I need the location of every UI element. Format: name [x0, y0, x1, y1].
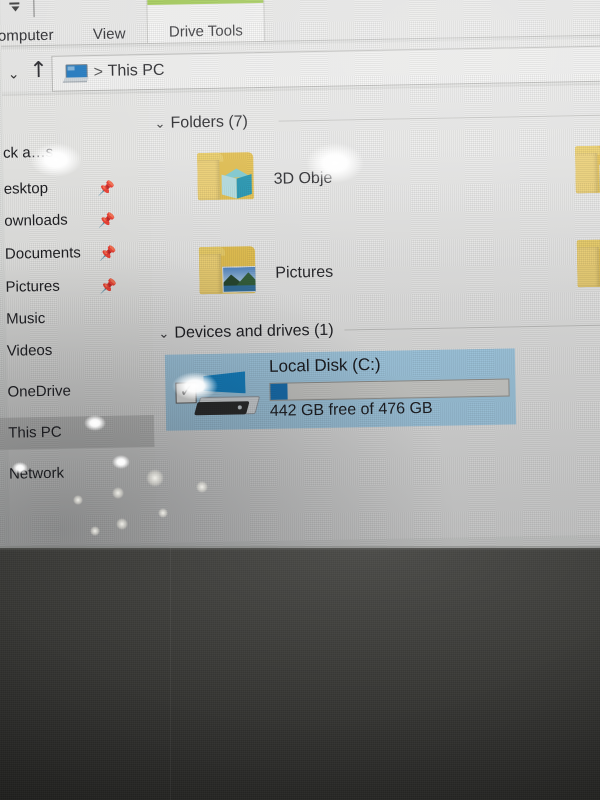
- this-pc-icon: [62, 64, 89, 83]
- folder-videos-icon: [575, 236, 600, 291]
- sidebar-item-videos[interactable]: Videos: [0, 333, 153, 368]
- sidebar-item-label: Network: [8, 464, 65, 483]
- folder-documents-icon: [573, 142, 600, 197]
- group-header-label: Folders (7): [170, 113, 249, 132]
- pin-icon[interactable]: 📌: [98, 180, 116, 196]
- folder-tile-label: 3D Obje: [273, 169, 333, 188]
- tab-computer[interactable]: Computer: [0, 27, 54, 45]
- sidebar-item-label: Pictures: [5, 277, 60, 296]
- picture-emblem-icon: [222, 266, 256, 293]
- sidebar-item-quick-access[interactable]: ck a…s: [0, 135, 149, 170]
- folder-tile-label: Pictures: [275, 263, 334, 282]
- drive-capacity-fill: [270, 383, 288, 400]
- drive-name-label: Local Disk (C:): [268, 354, 381, 376]
- pin-icon[interactable]: 📌: [98, 212, 116, 228]
- chevron-down-icon[interactable]: ⌄: [158, 326, 174, 342]
- drive-list: ✓ Local Disk (C:) 442 GB free of 476 GB: [153, 346, 600, 435]
- sidebar-item-label: This PC: [8, 423, 62, 442]
- folder-tile-clipped-documents[interactable]: [573, 142, 600, 203]
- sidebar-item-label: Music: [5, 309, 46, 328]
- contextual-tab-label: Drive Tools: [168, 22, 244, 41]
- chevron-down-icon[interactable]: ⌄: [154, 116, 170, 132]
- tab-view[interactable]: View: [93, 25, 126, 43]
- group-rule: [278, 114, 600, 122]
- sidebar-item-network[interactable]: Network: [0, 456, 155, 491]
- sidebar-item-this-pc[interactable]: This PC: [0, 414, 155, 450]
- folder-pictures-icon: [197, 243, 260, 298]
- group-rule: [344, 324, 600, 331]
- contextual-group-accent-bar: [147, 0, 264, 6]
- sidebar-item-label: ck a…s: [2, 143, 54, 162]
- breadcrumb-this-pc[interactable]: This PC: [107, 62, 164, 81]
- sidebar-item-onedrive[interactable]: OneDrive: [0, 374, 154, 409]
- cube-emblem-icon: [219, 168, 252, 199]
- sidebar-item-label: OneDrive: [7, 382, 71, 401]
- group-header-folders[interactable]: ⌄ Folders (7): [154, 113, 248, 137]
- quick-access-toolbar-dropdown-icon[interactable]: [8, 1, 22, 13]
- sidebar-item-pictures[interactable]: Pictures 📌: [0, 269, 152, 304]
- folder-3d-objects-icon: [195, 149, 258, 204]
- sidebar-item-music[interactable]: Music: [0, 301, 152, 336]
- group-header-label: Devices and drives (1): [174, 321, 334, 342]
- sidebar-item-downloads[interactable]: ownloads 📌: [0, 203, 151, 238]
- pin-icon[interactable]: 📌: [99, 245, 117, 261]
- screen-edge-seam: [0, 546, 600, 551]
- folder-tile-3d-objects[interactable]: 3D Obje: [195, 146, 426, 210]
- file-explorer-window: Computer View Drive Tools ⌄ ↑ > This PC: [0, 0, 600, 546]
- photograph-of-monitor: Computer View Drive Tools ⌄ ↑ > This PC: [0, 0, 600, 800]
- dark-lower-area: [0, 548, 600, 800]
- up-arrow-icon[interactable]: ↑: [28, 58, 48, 83]
- folder-tile-clipped-videos[interactable]: [575, 236, 600, 297]
- sidebar-item-label: Documents: [4, 244, 81, 263]
- sidebar-item-label: Videos: [6, 341, 53, 360]
- group-header-devices-and-drives[interactable]: ⌄ Devices and drives (1): [158, 322, 334, 347]
- bezel-seam: [170, 548, 171, 800]
- chevron-down-icon[interactable]: ⌄: [5, 65, 21, 81]
- lcd-screen-area: Computer View Drive Tools ⌄ ↑ > This PC: [0, 0, 600, 559]
- pin-icon[interactable]: 📌: [99, 278, 117, 294]
- navigation-pane: ck a…s esktop 📌 ownloads 📌 Documents 📌 P…: [0, 93, 157, 546]
- breadcrumb-separator: >: [93, 63, 104, 82]
- drive-row-local-disk-c[interactable]: ✓ Local Disk (C:) 442 GB free of 476 GB: [164, 348, 517, 431]
- hard-disk-drive-icon: [193, 371, 262, 420]
- drive-capacity-bar: [269, 378, 510, 401]
- sidebar-item-label: ownloads: [4, 211, 68, 230]
- drive-free-space-label: 442 GB free of 476 GB: [269, 399, 433, 420]
- folder-tile-pictures[interactable]: Pictures: [197, 240, 428, 304]
- item-view: ⌄ Folders (7) 3D Obje Pictures ⌄ Devices…: [148, 84, 600, 543]
- contextual-tab-drive-tools[interactable]: Drive Tools: [146, 0, 266, 45]
- sidebar-item-label: esktop: [3, 179, 49, 198]
- sidebar-item-desktop[interactable]: esktop 📌: [0, 171, 150, 206]
- sidebar-item-documents[interactable]: Documents 📌: [0, 236, 151, 271]
